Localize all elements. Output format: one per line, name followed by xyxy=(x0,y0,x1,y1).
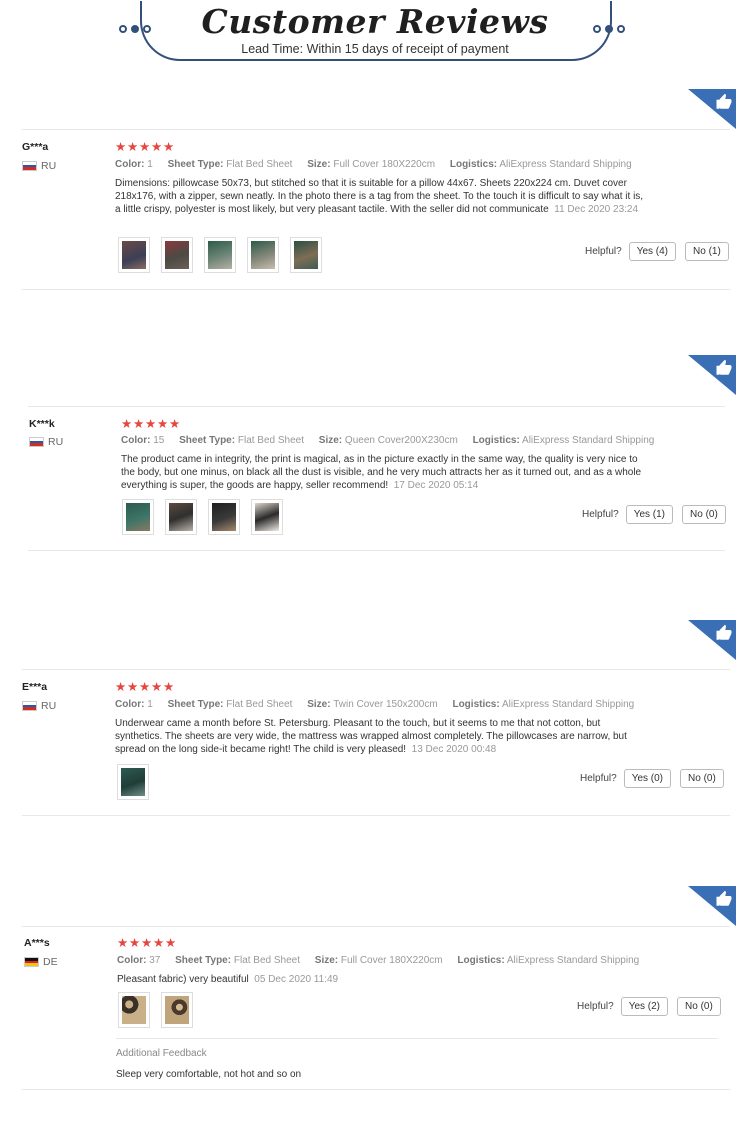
additional-feedback-label: Additional Feedback xyxy=(116,1048,207,1059)
review-photo[interactable] xyxy=(122,499,154,535)
country-code: RU xyxy=(48,436,64,448)
thumbs-up-icon xyxy=(716,624,732,640)
star-rating: ★★★★★ xyxy=(117,935,178,950)
helpful-no-button[interactable]: No (0) xyxy=(682,505,726,524)
review-photos xyxy=(118,237,322,273)
helpful-yes-button[interactable]: Yes (2) xyxy=(620,997,669,1016)
review-card: E***a RU ★★★★★ Color: 1 Sheet Type: Flat… xyxy=(0,620,750,820)
review-card: K***k RU ★★★★★ Color: 15 Sheet Type: Fla… xyxy=(0,355,750,555)
reviewer-name: E***a xyxy=(22,681,48,693)
additional-feedback-text: Sleep very comfortable, not hot and so o… xyxy=(116,1069,302,1080)
country-code: DE xyxy=(43,956,58,968)
helpful-yes-button[interactable]: Yes (4) xyxy=(628,242,677,261)
reviewer-country: DE xyxy=(24,956,58,968)
review-date: 17 Dec 2020 05:14 xyxy=(393,480,479,491)
divider xyxy=(22,815,730,816)
review-meta: Color: 1 Sheet Type: Flat Bed Sheet Size… xyxy=(115,699,635,710)
divider xyxy=(22,669,730,670)
country-code: RU xyxy=(41,160,57,172)
review-photos xyxy=(122,499,283,535)
divider xyxy=(28,550,725,551)
helpful-yes-button[interactable]: Yes (1) xyxy=(625,505,674,524)
review-meta: Color: 1 Sheet Type: Flat Bed Sheet Size… xyxy=(115,159,632,170)
reviewer-name: G***a xyxy=(22,141,49,153)
review-photo[interactable] xyxy=(117,764,149,800)
helpful-no-button[interactable]: No (1) xyxy=(685,242,729,261)
review-photo[interactable] xyxy=(165,499,197,535)
thumbs-up-icon xyxy=(716,359,732,375)
divider xyxy=(22,129,730,130)
helpful-no-button[interactable]: No (0) xyxy=(677,997,721,1016)
star-rating: ★★★★★ xyxy=(115,139,176,154)
reviewer-country: RU xyxy=(22,160,56,172)
review-photo[interactable] xyxy=(208,499,240,535)
review-date: 13 Dec 2020 00:48 xyxy=(411,744,497,755)
reviewer-country: RU xyxy=(29,436,63,448)
divider xyxy=(22,1089,730,1090)
helpful-label: Helpful? xyxy=(582,509,619,520)
reviewer-name: A***s xyxy=(24,937,50,949)
divider xyxy=(22,289,730,290)
thumbs-up-icon xyxy=(716,890,732,906)
review-card: G***a RU ★★★★★ Color: 1 Sheet Type: Flat… xyxy=(0,89,750,299)
review-meta: Color: 15 Sheet Type: Flat Bed Sheet Siz… xyxy=(121,435,655,446)
flag-ru-icon xyxy=(29,437,44,447)
helpful-label: Helpful? xyxy=(577,1001,614,1012)
helpful-label: Helpful? xyxy=(585,246,622,257)
review-text: Underwear came a month before St. Peters… xyxy=(115,718,627,755)
review-text: The product came in integrity, the print… xyxy=(121,454,642,491)
helpful-label: Helpful? xyxy=(580,773,617,784)
helpful-yes-button[interactable]: Yes (0) xyxy=(623,769,672,788)
helpful-controls: Helpful? Yes (4) No (1) xyxy=(585,242,729,261)
page-title: Customer Reviews xyxy=(201,2,549,41)
flag-de-icon xyxy=(24,957,39,967)
star-rating: ★★★★★ xyxy=(121,416,182,431)
page-subtitle: Lead Time: Within 15 days of receipt of … xyxy=(241,42,509,56)
page-header: Customer Reviews Lead Time: Within 15 da… xyxy=(0,0,750,80)
review-photo[interactable] xyxy=(118,992,150,1028)
star-rating: ★★★★★ xyxy=(115,679,176,694)
helpful-no-button[interactable]: No (0) xyxy=(680,769,724,788)
thumbs-up-icon xyxy=(716,93,732,109)
review-text: Pleasant fabric) very beautiful 05 Dec 2… xyxy=(117,974,339,985)
review-photos xyxy=(117,764,149,800)
review-text: Dimensions: pillowcase 50x73, but stitch… xyxy=(115,178,644,215)
country-code: RU xyxy=(41,700,57,712)
review-photo[interactable] xyxy=(118,237,150,273)
helpful-controls: Helpful? Yes (1) No (0) xyxy=(582,505,726,524)
review-date: 05 Dec 2020 11:49 xyxy=(254,974,339,985)
helpful-controls: Helpful? Yes (2) No (0) xyxy=(577,997,721,1016)
review-photos xyxy=(118,992,193,1028)
divider xyxy=(28,406,725,407)
flag-ru-icon xyxy=(22,161,37,171)
reviewer-country: RU xyxy=(22,700,56,712)
review-photo[interactable] xyxy=(290,237,322,273)
review-card: A***s DE ★★★★★ Color: 37 Sheet Type: Fla… xyxy=(0,886,750,1096)
review-date: 11 Dec 2020 23:24 xyxy=(554,204,639,215)
review-photo[interactable] xyxy=(204,237,236,273)
reviewer-name: K***k xyxy=(29,418,55,430)
flag-ru-icon xyxy=(22,701,37,711)
review-photo[interactable] xyxy=(247,237,279,273)
review-photo[interactable] xyxy=(161,237,193,273)
review-photo[interactable] xyxy=(251,499,283,535)
helpful-controls: Helpful? Yes (0) No (0) xyxy=(580,769,724,788)
review-meta: Color: 37 Sheet Type: Flat Bed Sheet Siz… xyxy=(117,955,640,966)
divider xyxy=(22,926,730,927)
review-photo[interactable] xyxy=(161,992,193,1028)
divider xyxy=(116,1038,718,1039)
